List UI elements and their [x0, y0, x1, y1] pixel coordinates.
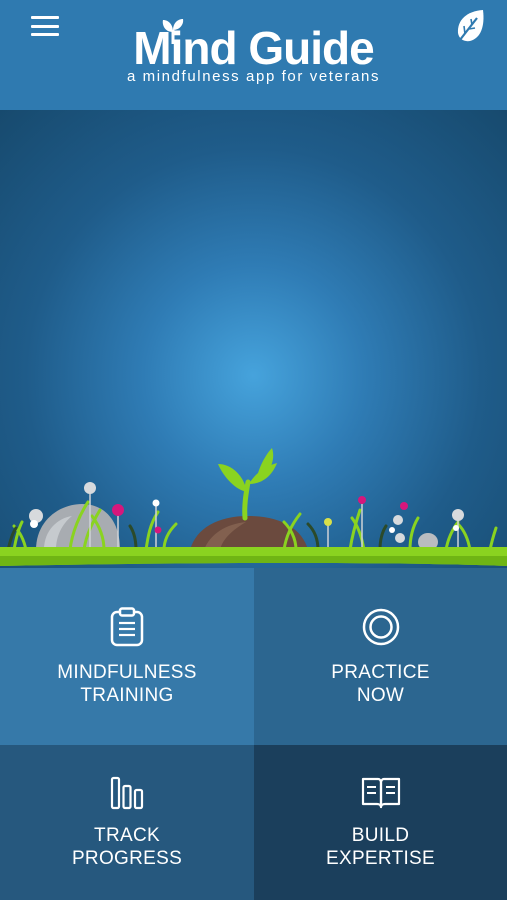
main-menu-grid: MINDFULNESS TRAINING PRACTICE NOW TRACK …	[0, 568, 507, 900]
app-title: Mind Guide	[133, 19, 375, 74]
open-book-icon	[361, 777, 400, 808]
practice-now-tile[interactable]: PRACTICE NOW	[254, 568, 507, 745]
app-header: Mind Guide a mindfulness app for veteran…	[0, 0, 507, 110]
track-progress-tile[interactable]: TRACK PROGRESS	[0, 745, 254, 900]
sprout-icon	[163, 19, 184, 44]
track-progress-label: TRACK PROGRESS	[71, 824, 183, 869]
leaf-icon[interactable]	[453, 8, 487, 46]
bar-chart-icon	[110, 776, 144, 809]
clipboard-icon	[110, 606, 144, 646]
hero-illustration	[0, 110, 507, 568]
mindfulness-training-tile[interactable]: MINDFULNESS TRAINING	[0, 568, 254, 745]
mindfulness-training-label: MINDFULNESS TRAINING	[57, 661, 197, 706]
build-expertise-tile[interactable]: BUILD EXPERTISE	[254, 745, 507, 900]
build-expertise-label: BUILD EXPERTISE	[326, 824, 435, 869]
target-circle-icon	[362, 608, 399, 645]
practice-now-label: PRACTICE NOW	[331, 661, 430, 706]
garden-scene	[0, 448, 507, 566]
app-logo: Mind Guide a mindfulness app for veteran…	[0, 19, 507, 84]
